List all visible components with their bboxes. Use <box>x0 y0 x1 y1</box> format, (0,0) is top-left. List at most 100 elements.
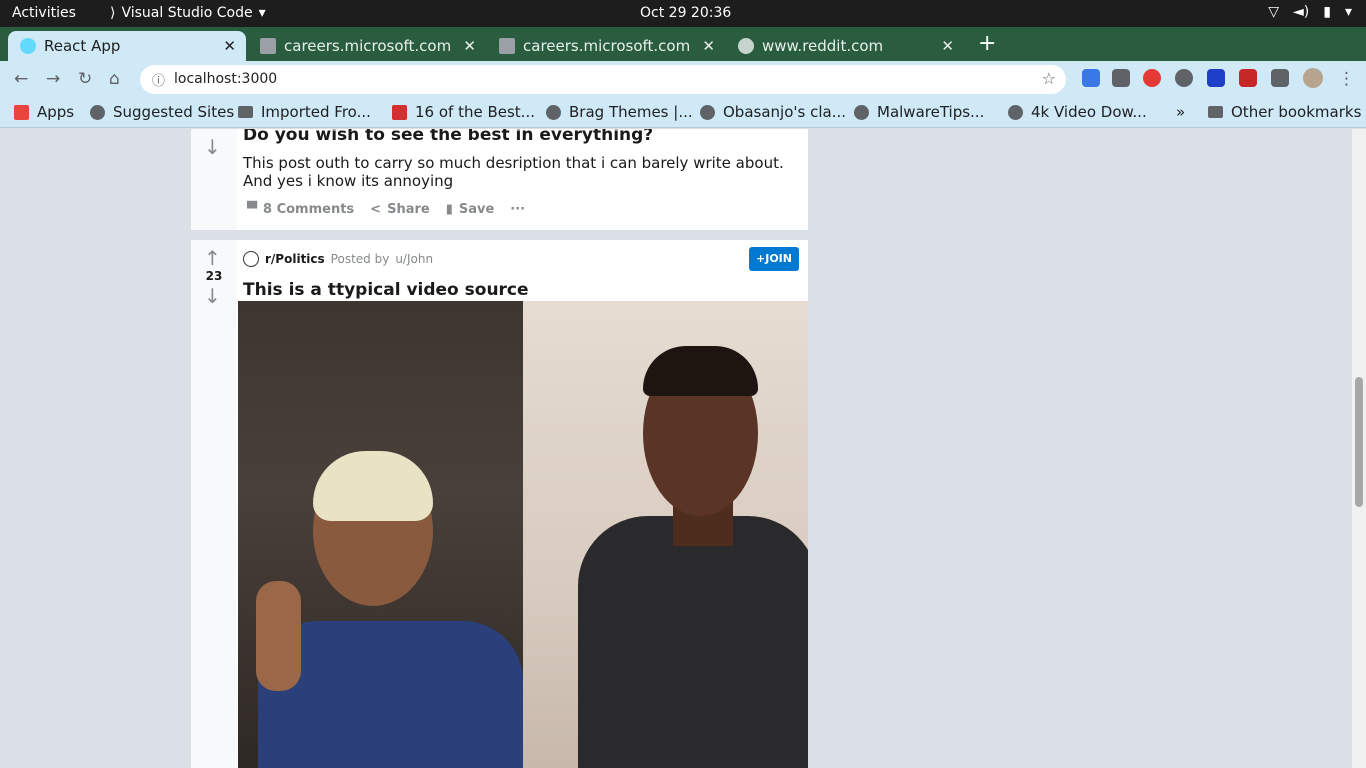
app-menu[interactable]: ⟩ Visual Studio Code ▾ <box>110 5 266 21</box>
downvote-icon[interactable]: ↓ <box>204 135 221 159</box>
system-top-bar: Activities ⟩ Visual Studio Code ▾ Oct 29… <box>0 0 1366 27</box>
react-icon <box>20 38 36 54</box>
upvote-icon[interactable]: ↑ <box>204 246 221 270</box>
tab-react-app[interactable]: React App ✕ <box>8 31 246 61</box>
bookmark-label: Apps <box>37 103 75 121</box>
bookmark-label: Suggested Sites <box>113 103 235 121</box>
cloud-download-icon[interactable] <box>1175 69 1193 87</box>
menu-icon[interactable]: ⋮ <box>1338 69 1355 89</box>
site-icon <box>392 104 407 120</box>
join-button[interactable]: +JOIN <box>749 247 799 271</box>
new-tab-button[interactable]: + <box>978 31 996 56</box>
bookmark-apps[interactable]: Apps <box>14 103 74 121</box>
volume-icon: ◄) <box>1293 4 1310 20</box>
microsoft-icon <box>260 38 276 54</box>
close-icon[interactable]: ✕ <box>702 37 715 55</box>
bookmark-label: MalwareTips... <box>877 103 985 121</box>
microsoft-icon <box>499 38 515 54</box>
post-card[interactable]: ↓ Do you wish to see the best in everyth… <box>191 129 808 230</box>
bookmark-malwaretips[interactable]: MalwareTips... <box>854 103 984 121</box>
folder-icon <box>238 106 253 118</box>
comments-label: 8 Comments <box>263 202 355 217</box>
video-figure <box>578 516 808 768</box>
reddit-icon <box>738 38 754 54</box>
folder-icon <box>1208 106 1223 118</box>
profile-avatar[interactable] <box>1303 68 1323 88</box>
share-icon: < <box>370 202 382 217</box>
post-title[interactable]: This is a ttypical video source <box>243 280 529 300</box>
comments-button[interactable]: ▀ 8 Comments <box>247 202 354 217</box>
save-button[interactable]: ▮ Save <box>446 202 495 217</box>
info-icon[interactable]: ⓘ <box>152 70 165 89</box>
post-actions: ▀ 8 Comments < Share ▮ Save ··· <box>247 202 525 217</box>
home-icon[interactable]: ⌂ <box>109 69 120 89</box>
subreddit-link[interactable]: r/Politics <box>265 252 325 266</box>
forward-icon[interactable]: → <box>46 69 60 89</box>
bookmark-label: Imported Fro... <box>261 103 371 121</box>
tab-strip: React App ✕ careers.microsoft.com ✕ care… <box>0 27 1366 61</box>
app-name: Visual Studio Code <box>121 5 253 21</box>
bookmark-label: Obasanjo's cla... <box>723 103 846 121</box>
video-left-panel <box>238 301 523 768</box>
globe-icon <box>854 104 869 120</box>
bookmark-star-icon[interactable]: ☆ <box>1042 69 1056 88</box>
battery-icon: ▮ <box>1323 4 1331 20</box>
globe-icon <box>700 104 715 120</box>
tab-reddit[interactable]: www.reddit.com ✕ <box>726 31 964 61</box>
subreddit-avatar[interactable] <box>243 251 259 267</box>
vote-column: ↓ <box>191 129 237 230</box>
post-description: This post outh to carry so much desripti… <box>243 154 784 190</box>
vscode-icon: ⟩ <box>110 5 116 21</box>
video-right-panel <box>523 301 808 768</box>
bookmark-4k-video[interactable]: 4k Video Dow... <box>1008 103 1147 121</box>
bookmark-brag-themes[interactable]: Brag Themes |... <box>546 103 693 121</box>
tab-careers-microsoft-2[interactable]: careers.microsoft.com ✕ <box>487 31 725 61</box>
back-icon[interactable]: ← <box>14 69 28 89</box>
video-player[interactable] <box>238 301 808 768</box>
posted-by-label: Posted by <box>330 252 390 266</box>
bookmark-label: 4k Video Dow... <box>1031 103 1147 121</box>
post-card[interactable]: ↑ 23 ↓ r/Politics Posted by u/John +JOIN… <box>191 240 808 768</box>
extension-badge-icon[interactable] <box>1239 69 1257 87</box>
video-figure <box>313 451 433 521</box>
bookmark-imported[interactable]: Imported Fro... <box>238 103 371 121</box>
bookmark-label: Other bookmarks <box>1231 103 1362 121</box>
wifi-icon: ▽ <box>1268 4 1280 20</box>
browser-toolbar: ← → ↻ ⌂ ⓘ localhost:3000 ☆ ⋮ <box>0 61 1366 97</box>
bookmark-suggested-sites[interactable]: Suggested Sites <box>90 103 234 121</box>
share-button[interactable]: < Share <box>370 202 430 217</box>
video-figure <box>256 581 301 691</box>
bookmark-other[interactable]: Other bookmarks <box>1208 103 1361 121</box>
close-icon[interactable]: ✕ <box>941 37 954 55</box>
address-bar[interactable]: ⓘ localhost:3000 ☆ <box>140 65 1066 94</box>
post-title[interactable]: Do you wish to see the best in everythin… <box>243 129 653 145</box>
extension-red-icon[interactable] <box>1143 69 1161 87</box>
bookmark-obasanjo[interactable]: Obasanjo's cla... <box>700 103 846 121</box>
globe-icon <box>90 104 105 120</box>
reload-icon[interactable]: ↻ <box>78 69 92 89</box>
bookmarks-overflow-button[interactable]: » <box>1176 103 1185 121</box>
user-link[interactable]: u/John <box>395 252 433 266</box>
bookmark-icon: ▮ <box>445 202 453 217</box>
downvote-icon[interactable]: ↓ <box>204 284 221 308</box>
system-tray[interactable]: ▽ ◄) ▮ ▾ <box>1268 4 1352 20</box>
activities-button[interactable]: Activities <box>12 5 76 21</box>
tab-title: React App <box>44 37 121 55</box>
close-icon[interactable]: ✕ <box>463 37 476 55</box>
puzzle-icon[interactable] <box>1271 69 1289 87</box>
clock[interactable]: Oct 29 20:36 <box>640 5 731 21</box>
chevron-down-icon: ▾ <box>1344 4 1352 20</box>
screenshot-icon[interactable] <box>1112 69 1130 87</box>
tab-careers-microsoft[interactable]: careers.microsoft.com ✕ <box>248 31 486 61</box>
chevron-down-icon: ▾ <box>258 5 266 21</box>
close-icon[interactable]: ✕ <box>223 37 236 55</box>
scrollbar-thumb[interactable] <box>1355 377 1363 507</box>
bookmarks-bar: Apps Suggested Sites Imported Fro... 16 … <box>0 97 1366 128</box>
url-text[interactable]: localhost:3000 <box>174 71 277 87</box>
shield-icon[interactable] <box>1207 69 1225 87</box>
globe-icon <box>546 104 561 120</box>
page-scrollbar[interactable] <box>1352 129 1366 768</box>
bookmark-16-best[interactable]: 16 of the Best... <box>392 103 535 121</box>
more-options-button[interactable]: ··· <box>510 202 525 217</box>
extension-pen-icon[interactable] <box>1082 69 1100 87</box>
